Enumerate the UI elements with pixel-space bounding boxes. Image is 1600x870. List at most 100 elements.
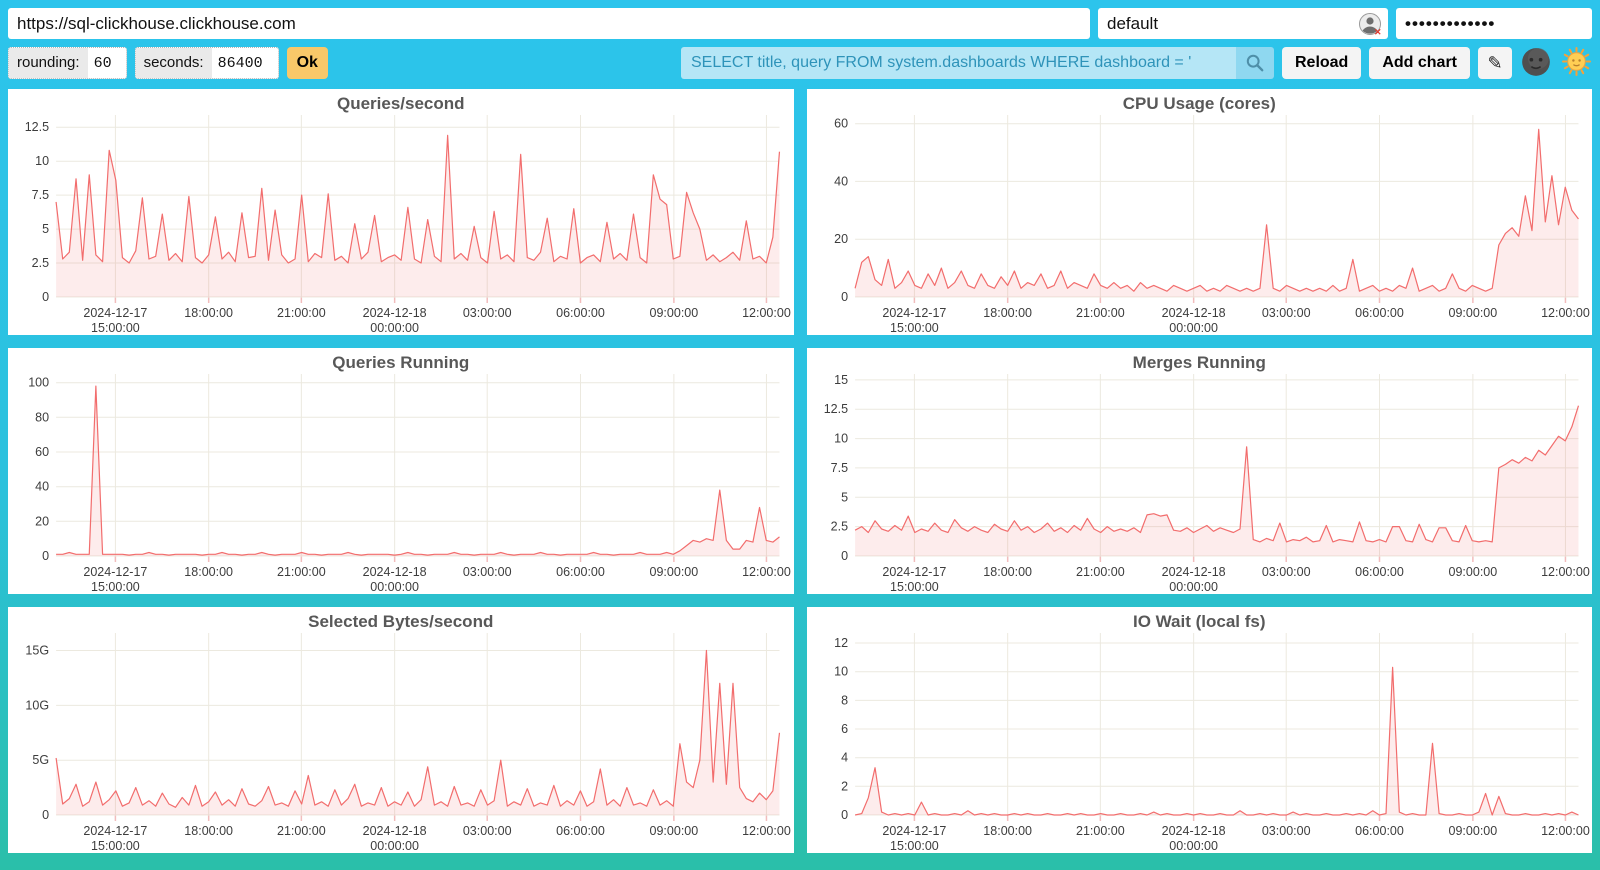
svg-text:00:00:00: 00:00:00 — [370, 321, 419, 335]
chart-plot-io-wait[interactable]: 2024-12-1715:00:0018:00:0021:00:002024-1… — [807, 607, 1593, 853]
svg-text:5: 5 — [841, 490, 848, 504]
dashboard-query-wrap — [681, 47, 1274, 79]
rounding-label: rounding: — [9, 48, 88, 78]
svg-text:0: 0 — [841, 549, 848, 563]
ok-button[interactable]: Ok — [287, 47, 328, 79]
svg-text:06:00:00: 06:00:00 — [1355, 824, 1404, 838]
chart-io-wait: IO Wait (local fs) 2024-12-1715:00:0018:… — [807, 607, 1593, 853]
svg-text:21:00:00: 21:00:00 — [1076, 824, 1125, 838]
svg-text:00:00:00: 00:00:00 — [1169, 321, 1218, 335]
svg-text:4: 4 — [841, 751, 848, 765]
svg-text:09:00:00: 09:00:00 — [1448, 565, 1497, 579]
rounding-input[interactable] — [88, 48, 126, 78]
svg-text:2024-12-17: 2024-12-17 — [83, 565, 147, 579]
svg-text:00:00:00: 00:00:00 — [370, 580, 419, 594]
svg-text:15G: 15G — [25, 644, 49, 658]
svg-text:2.5: 2.5 — [830, 520, 847, 534]
chart-queries-running: Queries Running 2024-12-1715:00:0018:00:… — [8, 348, 794, 594]
svg-text:6: 6 — [841, 722, 848, 736]
svg-text:00:00:00: 00:00:00 — [1169, 580, 1218, 594]
svg-text:12:00:00: 12:00:00 — [1541, 306, 1590, 320]
svg-text:15:00:00: 15:00:00 — [890, 580, 939, 594]
svg-text:0: 0 — [841, 808, 848, 822]
svg-text:15:00:00: 15:00:00 — [890, 839, 939, 853]
svg-text:2.5: 2.5 — [32, 256, 49, 270]
toolbar: rounding: seconds: Ok Reload Add chart ✎ — [0, 39, 1600, 87]
svg-text:5: 5 — [42, 222, 49, 236]
svg-text:03:00:00: 03:00:00 — [463, 565, 512, 579]
add-chart-button[interactable]: Add chart — [1369, 47, 1470, 79]
svg-text:2024-12-18: 2024-12-18 — [363, 306, 427, 320]
svg-text:09:00:00: 09:00:00 — [1448, 306, 1497, 320]
svg-text:60: 60 — [35, 445, 49, 459]
svg-text:✕: ✕ — [1374, 27, 1382, 36]
svg-text:100: 100 — [28, 376, 49, 390]
svg-text:40: 40 — [35, 480, 49, 494]
svg-text:40: 40 — [834, 174, 848, 188]
svg-text:12:00:00: 12:00:00 — [742, 824, 791, 838]
svg-text:20: 20 — [35, 514, 49, 528]
svg-text:10G: 10G — [25, 698, 49, 712]
svg-text:12:00:00: 12:00:00 — [1541, 824, 1590, 838]
svg-text:06:00:00: 06:00:00 — [556, 306, 605, 320]
user-icon: ✕ — [1358, 12, 1382, 36]
svg-text:00:00:00: 00:00:00 — [1169, 839, 1218, 853]
svg-text:06:00:00: 06:00:00 — [556, 565, 605, 579]
svg-text:06:00:00: 06:00:00 — [556, 824, 605, 838]
svg-text:60: 60 — [834, 117, 848, 131]
svg-text:12: 12 — [834, 636, 848, 650]
user-input[interactable] — [1098, 8, 1388, 39]
svg-text:0: 0 — [42, 549, 49, 563]
chart-plot-merges-running[interactable]: 2024-12-1715:00:0018:00:0021:00:002024-1… — [807, 348, 1593, 594]
svg-text:10: 10 — [35, 154, 49, 168]
connection-bar: ✕ — [0, 0, 1600, 39]
chart-cpu-usage: CPU Usage (cores) 2024-12-1715:00:0018:0… — [807, 89, 1593, 335]
svg-text:5G: 5G — [32, 753, 49, 767]
svg-text:03:00:00: 03:00:00 — [1261, 824, 1310, 838]
svg-text:2024-12-18: 2024-12-18 — [363, 565, 427, 579]
svg-text:03:00:00: 03:00:00 — [1261, 565, 1310, 579]
svg-text:12:00:00: 12:00:00 — [742, 565, 791, 579]
reload-button[interactable]: Reload — [1282, 47, 1361, 79]
svg-text:20: 20 — [834, 232, 848, 246]
server-url-input[interactable] — [8, 8, 1090, 39]
svg-text:2: 2 — [841, 779, 848, 793]
svg-text:21:00:00: 21:00:00 — [277, 565, 326, 579]
seconds-input[interactable] — [212, 48, 278, 78]
svg-text:12.5: 12.5 — [823, 402, 847, 416]
svg-text:10: 10 — [834, 432, 848, 446]
chart-plot-cpu-usage[interactable]: 2024-12-1715:00:0018:00:0021:00:002024-1… — [807, 89, 1593, 335]
chart-plot-selected-bytes[interactable]: 2024-12-1715:00:0018:00:0021:00:002024-1… — [8, 607, 794, 853]
search-button[interactable] — [1236, 47, 1274, 79]
svg-text:09:00:00: 09:00:00 — [650, 565, 699, 579]
svg-text:0: 0 — [42, 808, 49, 822]
sun-face-icon — [1562, 47, 1591, 76]
svg-text:09:00:00: 09:00:00 — [1448, 824, 1497, 838]
edit-button[interactable]: ✎ — [1478, 47, 1512, 79]
svg-text:03:00:00: 03:00:00 — [463, 306, 512, 320]
svg-text:2024-12-18: 2024-12-18 — [363, 824, 427, 838]
pencil-icon: ✎ — [1487, 53, 1502, 73]
svg-text:18:00:00: 18:00:00 — [983, 565, 1032, 579]
light-theme-button[interactable] — [1560, 47, 1592, 79]
svg-text:15:00:00: 15:00:00 — [91, 580, 140, 594]
svg-text:09:00:00: 09:00:00 — [650, 824, 699, 838]
svg-text:10: 10 — [834, 665, 848, 679]
svg-text:7.5: 7.5 — [830, 461, 847, 475]
svg-text:21:00:00: 21:00:00 — [277, 824, 326, 838]
svg-text:15: 15 — [834, 373, 848, 387]
seconds-field: seconds: — [135, 47, 279, 79]
chart-queries-per-second: Queries/second 2024-12-1715:00:0018:00:0… — [8, 89, 794, 335]
svg-text:2024-12-18: 2024-12-18 — [1161, 824, 1225, 838]
chart-plot-queries-per-second[interactable]: 2024-12-1715:00:0018:00:0021:00:002024-1… — [8, 89, 794, 335]
svg-text:2024-12-17: 2024-12-17 — [882, 565, 946, 579]
dark-theme-button[interactable] — [1520, 47, 1552, 79]
svg-text:12:00:00: 12:00:00 — [1541, 565, 1590, 579]
password-input[interactable] — [1396, 8, 1592, 39]
svg-text:7.5: 7.5 — [32, 188, 49, 202]
dashboard-query-input[interactable] — [681, 47, 1236, 79]
seconds-label: seconds: — [136, 48, 212, 78]
svg-text:15:00:00: 15:00:00 — [91, 839, 140, 853]
svg-text:0: 0 — [841, 290, 848, 304]
chart-plot-queries-running[interactable]: 2024-12-1715:00:0018:00:0021:00:002024-1… — [8, 348, 794, 594]
